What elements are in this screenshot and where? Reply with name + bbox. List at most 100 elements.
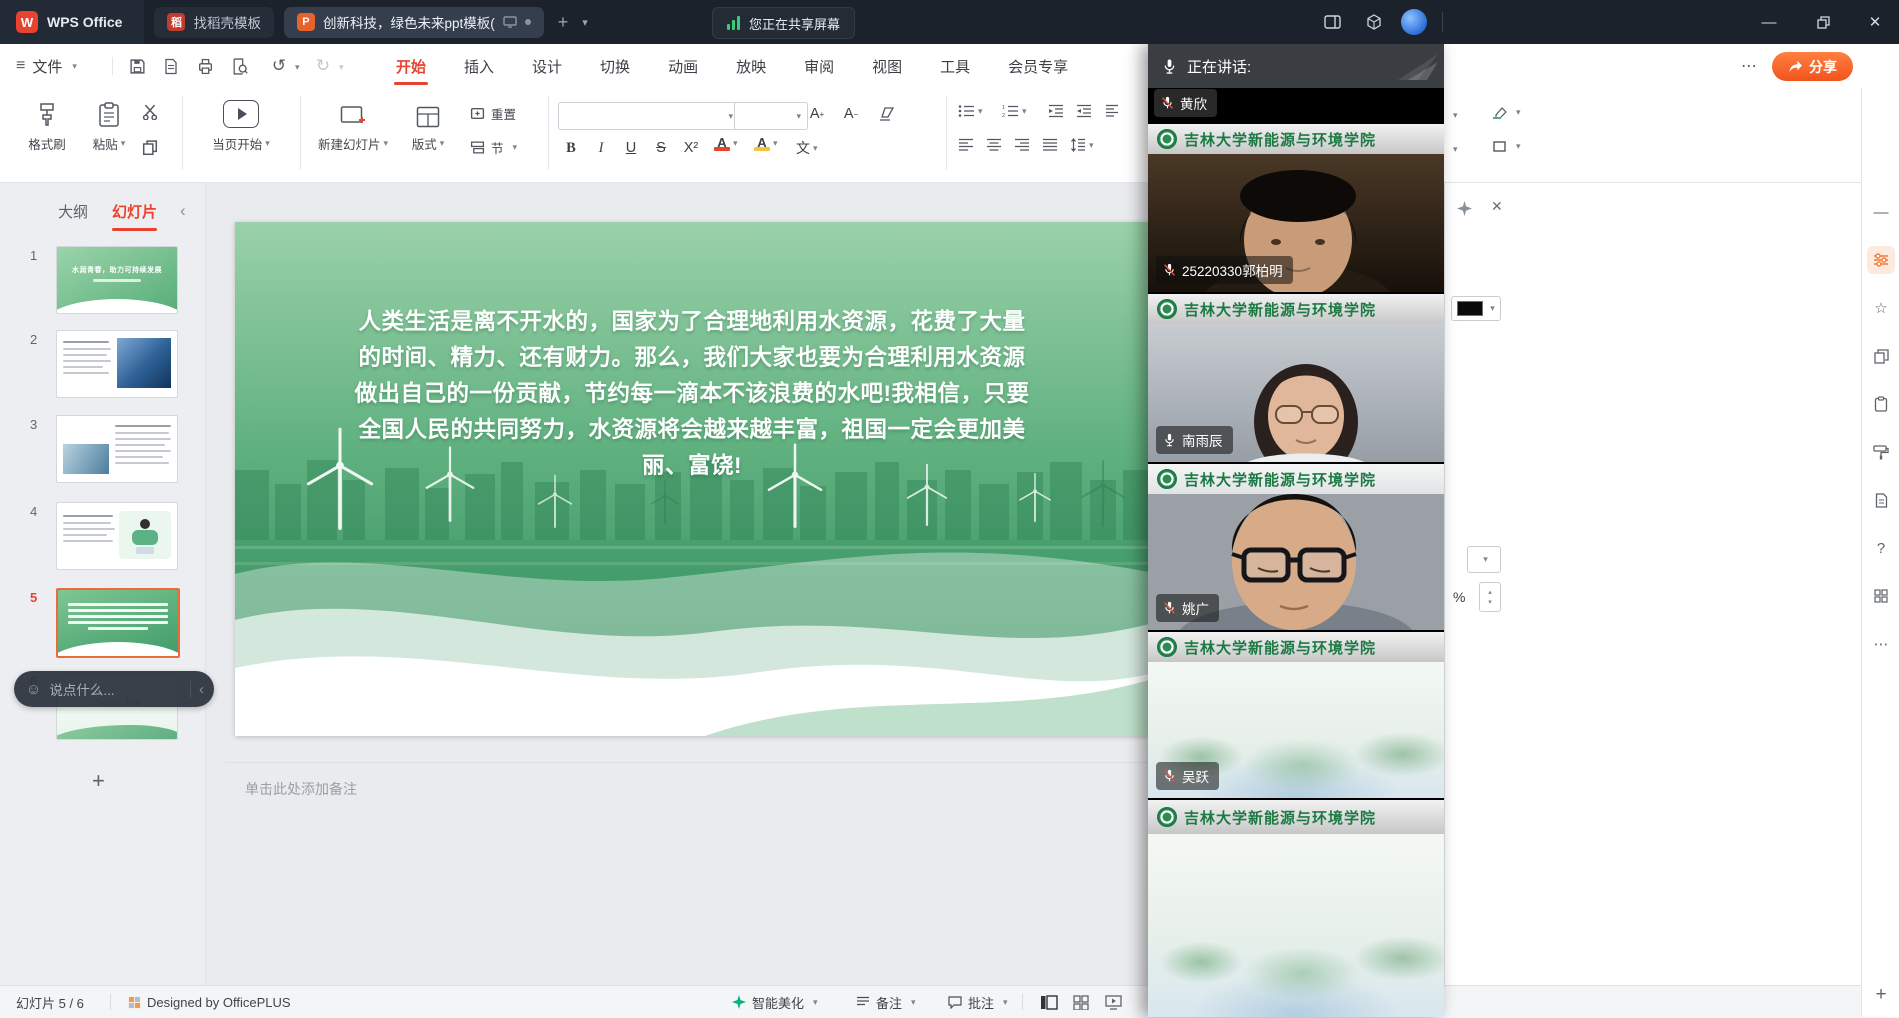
- sidebar-toggle-icon[interactable]: [1318, 9, 1346, 35]
- shape-fill-button[interactable]: ▾: [1492, 106, 1521, 119]
- align-center-button[interactable]: [986, 138, 1002, 157]
- tab-design[interactable]: 设计: [528, 46, 566, 87]
- cut-button[interactable]: [142, 104, 158, 120]
- smart-beautify-button[interactable]: 智能美化 ▾: [732, 986, 818, 1018]
- line-spacing-button[interactable]: ▾: [1070, 138, 1094, 152]
- document-tab[interactable]: P 创新科技，绿色未来ppt模板(: [284, 7, 544, 38]
- tab-home[interactable]: 开始: [392, 46, 430, 87]
- collapse-sidebar-icon[interactable]: —: [1867, 198, 1895, 226]
- slides-tab[interactable]: 幻灯片: [112, 201, 157, 222]
- restore-button[interactable]: [1800, 0, 1846, 44]
- tab-member[interactable]: 会员专享: [1004, 46, 1072, 87]
- effects-star-icon[interactable]: ☆: [1867, 294, 1895, 322]
- notes-area[interactable]: 单击此处添加备注: [225, 762, 1148, 820]
- highlight-color-button[interactable]: A ▾: [754, 136, 778, 151]
- share-button[interactable]: 分享: [1772, 52, 1853, 81]
- paint-tools-icon[interactable]: [1867, 438, 1895, 466]
- save-button[interactable]: [126, 56, 148, 76]
- tab-animation[interactable]: 动画: [664, 46, 702, 87]
- slides-pages-icon[interactable]: [1867, 342, 1895, 370]
- italic-button[interactable]: I: [588, 136, 614, 160]
- add-slide-button[interactable]: +: [92, 768, 105, 794]
- print-preview-button[interactable]: [228, 56, 250, 76]
- apps-box-icon[interactable]: [1360, 9, 1388, 35]
- video-tile-nanyuchen[interactable]: 吉林大学新能源与环境学院 南雨辰: [1148, 292, 1444, 462]
- undo-chevron-icon[interactable]: ▾: [295, 62, 300, 73]
- increase-indent-button[interactable]: [1076, 104, 1092, 123]
- decrease-indent-button[interactable]: [1048, 104, 1064, 123]
- slide-canvas[interactable]: 人类生活是离不开水的，国家为了合理地利用水资源，花费了大量的时间、精力、还有财力…: [235, 222, 1149, 736]
- tab-transition[interactable]: 切换: [596, 46, 634, 87]
- file-menu-button[interactable]: ≡ 文件 ▾: [16, 52, 77, 80]
- pane-close-icon[interactable]: ✕: [1491, 198, 1503, 215]
- close-button[interactable]: ✕: [1852, 0, 1898, 44]
- align-right-button[interactable]: [1014, 138, 1030, 157]
- section-button[interactable]: 节 ▾: [470, 138, 517, 157]
- video-tile-huangxin[interactable]: 黄欣: [1148, 88, 1444, 122]
- font-family-select[interactable]: ▾: [558, 102, 740, 130]
- export-pdf-button[interactable]: [160, 56, 182, 76]
- tab-list-chevron-icon[interactable]: ▾: [582, 16, 588, 29]
- redo-chevron-icon[interactable]: ▾: [339, 62, 344, 73]
- pane-magic-icon[interactable]: [1457, 201, 1472, 221]
- superscript-button[interactable]: X²: [678, 136, 704, 160]
- tab-slideshow[interactable]: 放映: [732, 46, 770, 87]
- slide-body-textbox[interactable]: 人类生活是离不开水的，国家为了合理地利用水资源，花费了大量的时间、精力、还有财力…: [354, 304, 1030, 484]
- wps-home-tab[interactable]: W WPS Office: [0, 0, 144, 44]
- play-from-current-button[interactable]: 当页开始▾: [198, 98, 284, 153]
- copy-button[interactable]: [142, 140, 158, 156]
- print-button[interactable]: [194, 56, 216, 76]
- tab-view[interactable]: 视图: [868, 46, 906, 87]
- outline-tab[interactable]: 大纲: [58, 201, 88, 222]
- tab-review[interactable]: 审阅: [800, 46, 838, 87]
- apps-grid-icon[interactable]: [1867, 582, 1895, 610]
- undo-button[interactable]: ↺: [268, 56, 290, 76]
- tab-tools[interactable]: 工具: [936, 46, 974, 87]
- comments-button[interactable]: 批注 ▾: [948, 986, 1008, 1018]
- paste-button[interactable]: 粘贴▾: [84, 98, 134, 153]
- more-menu-icon[interactable]: ⋯: [1738, 56, 1760, 76]
- properties-icon[interactable]: [1867, 246, 1895, 274]
- clear-format-button[interactable]: [874, 102, 900, 126]
- slide-thumbnail-1[interactable]: 水润青春，助力可持续发展: [56, 246, 178, 314]
- document-pane-icon[interactable]: [1867, 486, 1895, 514]
- help-icon[interactable]: ?: [1867, 534, 1895, 562]
- stepper-down-icon[interactable]: ▾: [1488, 598, 1492, 606]
- screen-sharing-banner[interactable]: 您正在共享屏幕: [712, 7, 855, 39]
- numbering-button[interactable]: 12 ▾: [1002, 104, 1027, 118]
- font-color-button[interactable]: A ▾: [714, 136, 738, 151]
- minimize-button[interactable]: —: [1746, 0, 1792, 44]
- grow-font-button[interactable]: A+: [804, 102, 830, 126]
- normal-view-button[interactable]: [1038, 992, 1060, 1012]
- new-tab-button[interactable]: +: [558, 12, 569, 33]
- add-pane-icon[interactable]: +: [1867, 981, 1895, 1009]
- user-avatar[interactable]: [1400, 9, 1428, 35]
- underline-button[interactable]: U: [618, 136, 644, 160]
- slide-thumbnail-3[interactable]: [56, 415, 178, 483]
- chat-quick-reply-bubble[interactable]: ☺ 说点什么... ‹: [14, 671, 214, 707]
- notes-toggle-button[interactable]: 备注 ▾: [856, 986, 916, 1018]
- strikethrough-button[interactable]: S: [648, 136, 674, 160]
- fill-color-dropdown[interactable]: ▾: [1451, 296, 1501, 321]
- collapse-panel-icon[interactable]: ‹: [180, 201, 186, 221]
- clipboard-pane-icon[interactable]: [1867, 390, 1895, 418]
- designer-credit[interactable]: Designed by OfficePLUS: [128, 986, 291, 1018]
- font-size-select[interactable]: ▾: [734, 102, 808, 130]
- text-tool-button[interactable]: 文▾: [796, 138, 818, 158]
- reset-slide-button[interactable]: 重置: [470, 104, 516, 123]
- bold-button[interactable]: B: [558, 136, 584, 160]
- slideshow-view-button[interactable]: [1102, 992, 1124, 1012]
- video-tile-guobaiming[interactable]: 吉林大学新能源与环境学院 25220330郭柏明: [1148, 122, 1444, 292]
- slide-sorter-view-button[interactable]: [1070, 992, 1092, 1012]
- redo-button[interactable]: ↻: [312, 56, 334, 76]
- justify-button[interactable]: [1042, 138, 1058, 157]
- layout-button[interactable]: 版式▾: [400, 98, 456, 153]
- format-painter-button[interactable]: 格式刷: [18, 98, 76, 153]
- new-slide-button[interactable]: 新建幻灯片▾: [314, 98, 392, 153]
- bullets-button[interactable]: ▾: [958, 104, 983, 118]
- slide-thumbnail-4[interactable]: [56, 502, 178, 570]
- shrink-font-button[interactable]: A−: [838, 102, 864, 126]
- video-tile-partial[interactable]: 吉林大学新能源与环境学院: [1148, 798, 1444, 1017]
- template-store-tab[interactable]: 稻 找稻壳模板: [154, 7, 274, 38]
- tab-insert[interactable]: 插入: [460, 46, 498, 87]
